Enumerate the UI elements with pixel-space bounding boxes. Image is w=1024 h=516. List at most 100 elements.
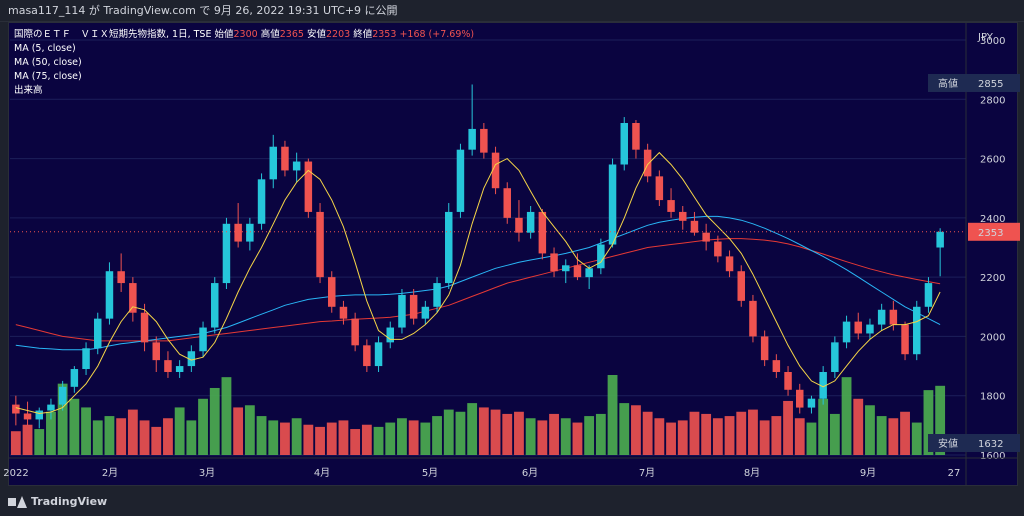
candle-body [117, 271, 125, 284]
volume-bar [478, 407, 489, 455]
x-tick-label: 9月 [860, 467, 876, 479]
volume-bar [139, 420, 150, 455]
volume-bar [490, 409, 501, 455]
volume-bar [701, 413, 712, 455]
candle-body [854, 321, 862, 334]
volume-bar [911, 422, 922, 455]
volume-bar [432, 416, 442, 455]
volume-bar [315, 426, 325, 455]
high-value: 2365 [279, 29, 304, 40]
volume-bar [666, 422, 676, 455]
candle-body [620, 123, 628, 165]
candle-body [175, 366, 184, 372]
open-value: 2300 [233, 29, 258, 40]
candle-body [363, 345, 371, 367]
candle-body [643, 149, 652, 177]
candle-body [433, 283, 441, 307]
volume-bar [280, 422, 290, 455]
candle-body [737, 271, 745, 301]
volume-bar [338, 420, 349, 455]
volume-bar [256, 416, 267, 455]
candle-body [421, 306, 430, 319]
candle-body [679, 211, 687, 221]
candle-body [503, 188, 511, 218]
volume-bar [34, 429, 45, 455]
candle-body [807, 398, 816, 408]
candle-body [702, 232, 710, 242]
marker-value: 2855 [978, 79, 1003, 90]
candle-body [269, 146, 277, 180]
volume-bar [291, 418, 302, 455]
ma50-legend[interactable]: MA (50, close) [14, 56, 474, 70]
volume-bar [361, 424, 372, 455]
y-tick-label: 2600 [980, 155, 1005, 166]
candle-body [328, 277, 336, 307]
candle-body [480, 128, 488, 153]
y-tick-label: 1600 [980, 451, 1005, 462]
volume-bar [198, 398, 208, 455]
volume-bar [736, 411, 747, 455]
candle-body [386, 327, 394, 343]
candle-body [82, 348, 90, 370]
marker-label: 安値 [938, 437, 958, 450]
volume-bar [10, 431, 21, 455]
candle-body [246, 223, 254, 242]
candle-body [211, 283, 219, 328]
volume-bar [326, 422, 337, 455]
volume-bar [420, 422, 431, 455]
candle-body [913, 306, 921, 355]
volume-bar [794, 418, 805, 455]
x-tick-label: 6月 [522, 467, 538, 479]
volume-bar [443, 409, 454, 455]
candle-body [152, 342, 160, 361]
volume-bar [900, 411, 910, 455]
tradingview-logo-icon [8, 495, 27, 508]
candle-body [714, 241, 722, 257]
volume-bar [876, 416, 887, 455]
last-price-value: 2353 [978, 228, 1003, 239]
candle-body [690, 220, 699, 233]
volume-bar [221, 377, 232, 455]
volume-bar [549, 413, 559, 455]
candle-body [796, 389, 804, 408]
marker-label: 高値 [938, 77, 958, 90]
volume-bar [385, 422, 396, 455]
symbol-name: 国際のＥＴＦ ＶＩＸ短期先物指数, 1日, TSE [14, 29, 212, 40]
volume-bar [619, 403, 630, 455]
candle-body [468, 128, 476, 150]
volume-bar [560, 418, 571, 455]
candle-body [831, 342, 839, 372]
y-tick-label: 1800 [980, 392, 1005, 403]
close-label: 終値 [353, 29, 373, 40]
candle-body [749, 300, 757, 337]
high-label: 高値 [260, 29, 280, 40]
tradingview-logo[interactable]: TradingView [8, 495, 107, 508]
marker-value: 1632 [978, 439, 1003, 450]
candle-body [772, 360, 781, 372]
volume-bar [81, 407, 91, 455]
candle-body [760, 336, 769, 361]
volume-bar [69, 398, 80, 455]
volume-bar [116, 418, 127, 455]
volume-bar [537, 420, 548, 455]
x-tick-label: 2022 [3, 468, 28, 479]
volume-bar [759, 420, 770, 455]
candle-body [608, 164, 617, 245]
volume-bar [748, 409, 758, 455]
volume-bar [654, 418, 665, 455]
volume-bar [174, 407, 185, 455]
change-value: +168 (+7.69%) [399, 29, 475, 40]
volume-bar [865, 405, 875, 455]
x-tick-label: 7月 [639, 467, 655, 479]
candle-body [784, 372, 792, 390]
volume-bar [888, 418, 899, 455]
volume-bar [22, 424, 33, 455]
candle-body [398, 294, 406, 328]
ma5-legend[interactable]: MA (5, close) [14, 42, 474, 56]
volume-legend[interactable]: 出来高 [14, 84, 474, 98]
footer-bar: TradingView [0, 486, 1024, 516]
candle-body [842, 321, 851, 343]
x-tick-label: 4月 [314, 467, 330, 479]
candle-body [889, 309, 898, 325]
ma75-legend[interactable]: MA (75, close) [14, 70, 474, 84]
